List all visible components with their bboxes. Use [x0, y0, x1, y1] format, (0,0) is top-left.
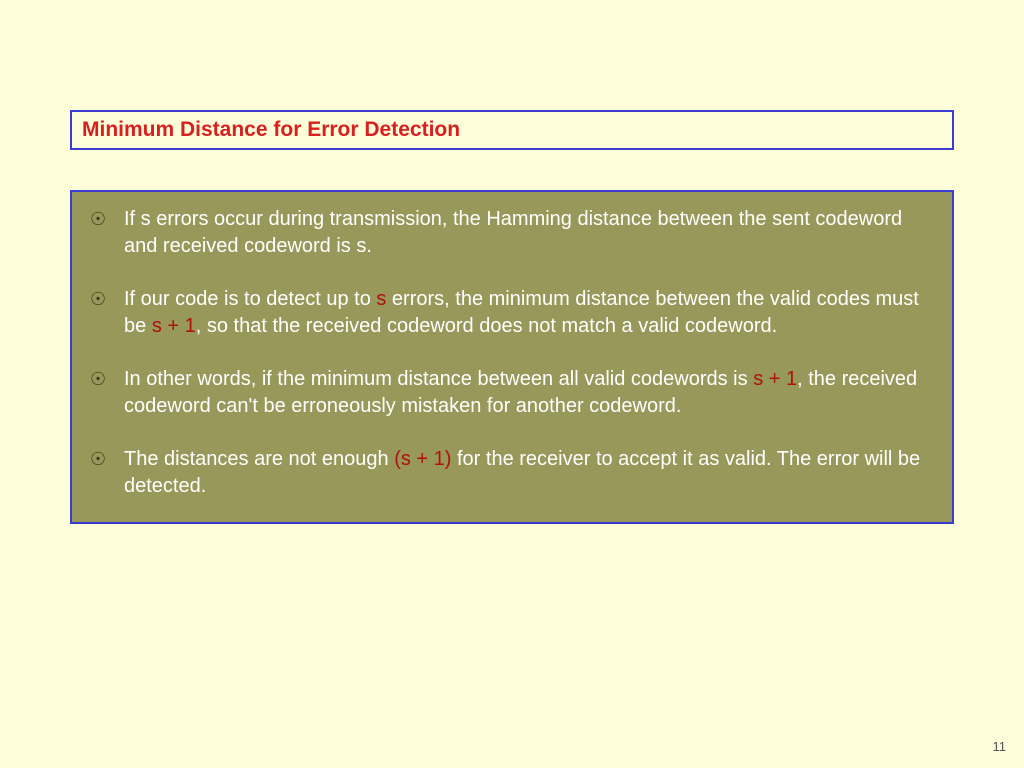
bullet-4-text: The distances are not enough (s + 1) for… — [124, 446, 934, 500]
bullet-3-text: In other words, if the minimum distance … — [124, 366, 934, 420]
bullet-2-pre: If our code is to detect up to — [124, 288, 376, 310]
bullet-2: ☉ If our code is to detect up to s error… — [90, 286, 934, 340]
bullet-marker-icon: ☉ — [90, 446, 124, 473]
bullet-2-text: If our code is to detect up to s errors,… — [124, 286, 934, 340]
content-box: ☉ If s errors occur during transmission,… — [70, 190, 954, 524]
bullet-marker-icon: ☉ — [90, 366, 124, 393]
bullet-2-highlight-2: s + 1 — [152, 315, 196, 337]
bullet-1: ☉ If s errors occur during transmission,… — [90, 206, 934, 260]
bullet-marker-icon: ☉ — [90, 206, 124, 233]
bullet-2-post: , so that the received codeword does not… — [196, 315, 777, 337]
bullet-4-pre: The distances are not enough — [124, 448, 394, 470]
slide-title: Minimum Distance for Error Detection — [82, 118, 942, 142]
bullet-4: ☉ The distances are not enough (s + 1) f… — [90, 446, 934, 500]
bullet-4-highlight-1: (s + 1) — [394, 448, 451, 470]
bullet-1-text: If s errors occur during transmission, t… — [124, 206, 934, 260]
bullet-3: ☉ In other words, if the minimum distanc… — [90, 366, 934, 420]
title-box: Minimum Distance for Error Detection — [70, 110, 954, 150]
bullet-3-highlight-1: s + 1 — [753, 368, 797, 390]
bullet-2-highlight-1: s — [376, 288, 386, 310]
bullet-3-pre: In other words, if the minimum distance … — [124, 368, 753, 390]
page-number: 11 — [993, 739, 1007, 754]
bullet-marker-icon: ☉ — [90, 286, 124, 313]
